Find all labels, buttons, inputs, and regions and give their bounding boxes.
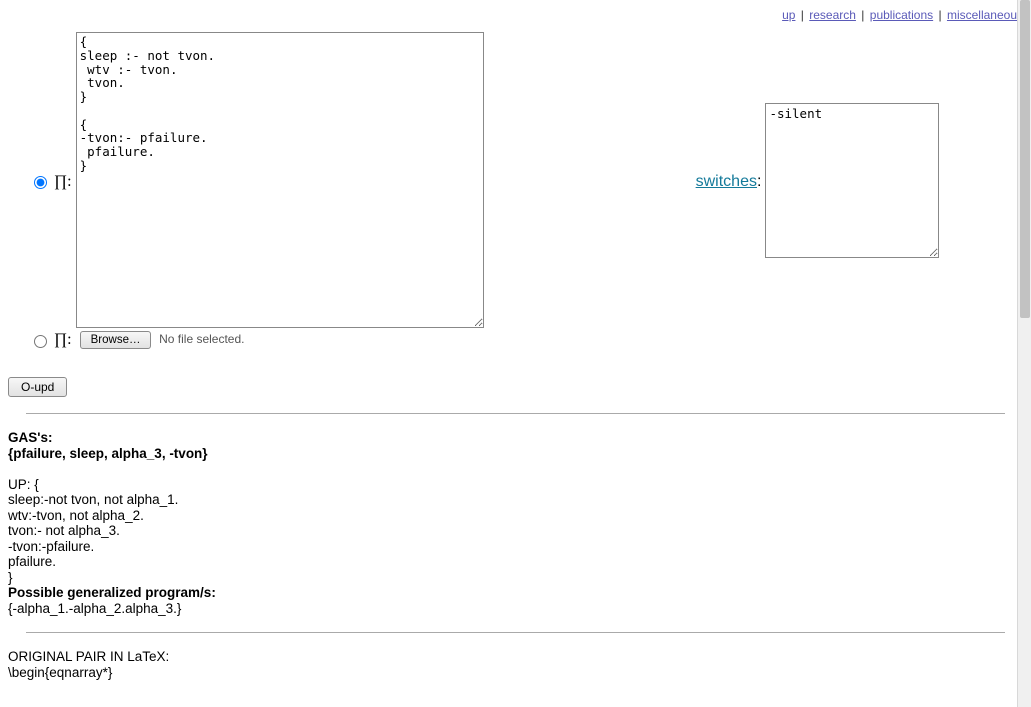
nav-link-publications[interactable]: publications	[870, 8, 933, 22]
program-textarea[interactable]	[76, 32, 484, 328]
gas-heading: GAS's:	[8, 430, 52, 445]
radio-file-input[interactable]	[34, 335, 47, 348]
up-line: tvon:- not alpha_3.	[8, 523, 120, 538]
scrollbar-thumb[interactable]	[1020, 0, 1030, 318]
pi-label-1: ∏:	[54, 173, 72, 190]
gas-line: {pfailure, sleep, alpha_3, -tvon}	[8, 446, 208, 461]
no-file-label: No file selected.	[159, 332, 244, 346]
divider	[26, 632, 1005, 633]
output-block-1: GAS's: {pfailure, sleep, alpha_3, -tvon}…	[8, 430, 1023, 616]
submit-button[interactable]: O-upd	[8, 377, 67, 397]
input-table: ∏: switches: ∏: Browse… No file selected…	[32, 32, 941, 349]
up-line: pfailure.	[8, 554, 56, 569]
nav-sep: |	[861, 8, 864, 22]
pi-label-2: ∏:	[54, 331, 72, 348]
switches-textarea[interactable]	[765, 103, 939, 258]
up-heading: UP: {	[8, 477, 39, 492]
pgp-heading: Possible generalized program/s:	[8, 585, 216, 600]
up-line: wtv:-tvon, not alpha_2.	[8, 508, 144, 523]
scrollbar[interactable]	[1017, 0, 1031, 707]
output-block-2: ORIGINAL PAIR IN LaTeX: \begin{eqnarray*…	[8, 649, 1023, 680]
switches-colon: :	[757, 173, 761, 190]
up-line: -tvon:-pfailure.	[8, 539, 94, 554]
nav-sep: |	[801, 8, 804, 22]
nav-link-up[interactable]: up	[782, 8, 795, 22]
browse-button[interactable]: Browse…	[80, 331, 152, 349]
up-line: sleep:-not tvon, not alpha_1.	[8, 492, 178, 507]
switches-link[interactable]: switches	[696, 173, 757, 190]
nav-sep: |	[938, 8, 941, 22]
radio-inline-input[interactable]	[34, 176, 47, 189]
up-line: }	[8, 570, 13, 585]
divider	[26, 413, 1005, 414]
top-navigation: up | research | publications | miscellan…	[8, 8, 1023, 22]
nav-link-miscellaneous[interactable]: miscellaneous	[947, 8, 1023, 22]
pgp-line: {-alpha_1.-alpha_2.alpha_3.}	[8, 601, 181, 616]
latex-heading: ORIGINAL PAIR IN LaTeX:	[8, 649, 169, 664]
nav-link-research[interactable]: research	[809, 8, 856, 22]
form-area: ∏: switches: ∏: Browse… No file selected…	[8, 32, 1023, 349]
latex-line: \begin{eqnarray*}	[8, 665, 112, 680]
